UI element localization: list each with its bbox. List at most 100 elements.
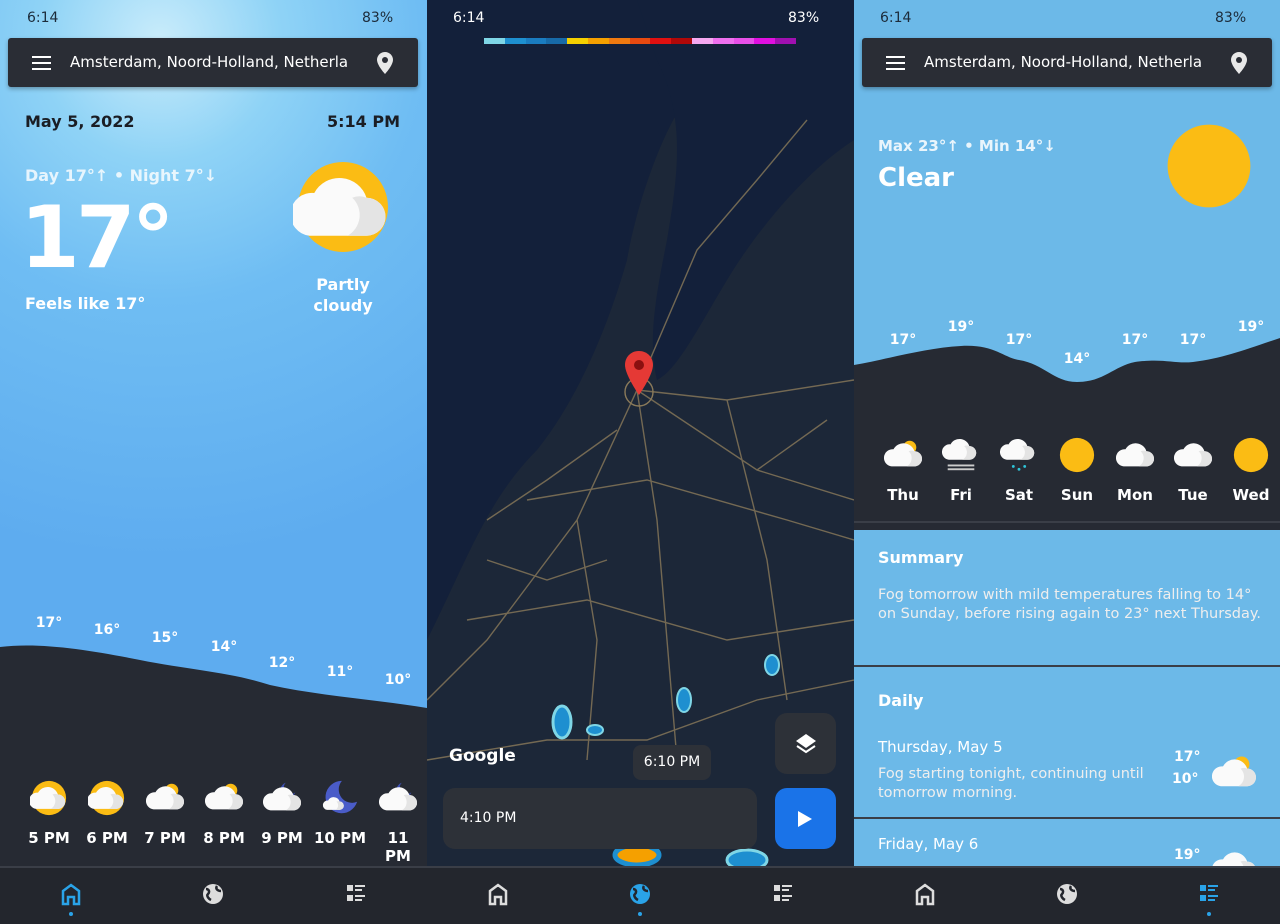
bottom-nav	[0, 866, 427, 924]
cloud-moon-icon	[378, 779, 417, 821]
hourly-time[interactable]: 11 PM	[384, 829, 413, 865]
wave-temp: 19°	[1237, 319, 1265, 335]
nav-forecast[interactable]	[336, 880, 376, 920]
hourly-temp: 12°	[268, 655, 296, 671]
status-battery: 83%	[362, 10, 394, 26]
legend-swatch	[691, 38, 713, 44]
globe-icon	[203, 884, 223, 904]
day-label[interactable]: Fri	[950, 486, 972, 504]
nav-forecast[interactable]	[1189, 880, 1229, 920]
bottom-nav	[427, 866, 854, 924]
menu-icon[interactable]	[886, 56, 905, 70]
location-pin-icon[interactable]	[1231, 52, 1247, 74]
hourly-time[interactable]: 6 PM	[86, 829, 128, 847]
legend-swatch	[775, 38, 796, 44]
location-search-bar[interactable]: Amsterdam, Noord-Holland, Netherla	[862, 38, 1272, 87]
radar-screen: 6:14 83% Google 6:10 PM 4:10 PM	[427, 0, 854, 924]
status-time: 6:14	[453, 10, 485, 26]
day-label[interactable]: Wed	[1233, 486, 1270, 504]
daily-low: 10°	[1172, 771, 1199, 787]
current-date: May 5, 2022	[25, 112, 135, 131]
nav-home[interactable]	[905, 880, 945, 920]
active-indicator	[69, 912, 73, 916]
play-button[interactable]	[775, 788, 836, 849]
home-icon	[488, 883, 508, 906]
legend-swatch	[754, 38, 776, 44]
daily-high: 19°	[1174, 847, 1201, 863]
nav-radar[interactable]	[193, 880, 233, 920]
wave-temp: 17°	[1179, 332, 1207, 348]
layers-button[interactable]	[775, 713, 836, 774]
nav-home[interactable]	[51, 880, 91, 920]
current-temperature: 17°	[20, 188, 175, 288]
frame-time-label: 6:10 PM	[633, 745, 711, 780]
list-icon	[347, 885, 365, 901]
location-text[interactable]: Amsterdam, Noord-Holland, Netherla	[924, 53, 1219, 71]
nav-radar[interactable]	[620, 880, 660, 920]
sun-icon	[1232, 436, 1270, 478]
nav-radar[interactable]	[1047, 880, 1087, 920]
legend-swatch	[712, 38, 734, 44]
condition-line-1: Partly	[316, 275, 370, 294]
legend-swatch	[733, 38, 755, 44]
rain-icon	[999, 436, 1038, 478]
cloud-sun-icon	[883, 436, 922, 478]
location-text[interactable]: Amsterdam, Noord-Holland, Netherla	[70, 53, 365, 71]
layers-icon	[796, 734, 816, 754]
legend-swatch	[504, 38, 526, 44]
globe-icon	[630, 884, 650, 904]
legend-swatch	[650, 38, 672, 44]
list-icon	[774, 885, 792, 901]
location-search-bar[interactable]: Amsterdam, Noord-Holland, Netherla	[8, 38, 418, 87]
nav-forecast[interactable]	[763, 880, 803, 920]
hourly-temp: 14°	[210, 639, 238, 655]
location-marker-icon	[625, 351, 653, 395]
wave-temp: 19°	[947, 319, 975, 335]
hourly-time[interactable]: 7 PM	[144, 829, 186, 847]
day-label[interactable]: Mon	[1117, 486, 1153, 504]
timeline-start-time: 4:10 PM	[460, 810, 517, 826]
hourly-time[interactable]: 8 PM	[203, 829, 245, 847]
hourly-time[interactable]: 9 PM	[261, 829, 303, 847]
hourly-time[interactable]: 5 PM	[28, 829, 70, 847]
summary-text: Fog tomorrow with mild temperatures fall…	[878, 587, 1261, 622]
cloud-sun-icon	[145, 779, 184, 821]
summary-title: Summary	[878, 548, 964, 567]
cloud-moon-icon	[262, 779, 301, 821]
timeline-slider[interactable]: 4:10 PM	[443, 788, 757, 849]
location-pin-icon[interactable]	[377, 52, 393, 74]
current-time: 5:14 PM	[326, 112, 400, 131]
hourly-temp: 16°	[93, 622, 121, 638]
feels-like: Feels like 17°	[25, 294, 146, 313]
day-label[interactable]: Thu	[887, 486, 919, 504]
partly-cloudy-icon	[290, 157, 393, 261]
sun-icon	[1163, 120, 1255, 216]
legend-swatch	[484, 38, 505, 44]
home-screen: 6:14 83% Amsterdam, Noord-Holland, Nethe…	[0, 0, 427, 924]
legend-swatch	[629, 38, 651, 44]
list-icon	[1200, 885, 1218, 901]
daily-description: Fog starting tonight, continuing until t…	[878, 766, 1144, 801]
hourly-temp: 17°	[35, 615, 63, 631]
daily-row[interactable]: Friday, May 6 19°	[854, 820, 1280, 880]
precipitation-legend	[484, 38, 796, 44]
wave-temp: 17°	[1121, 332, 1149, 348]
status-battery: 83%	[788, 10, 820, 26]
day-label[interactable]: Tue	[1178, 486, 1207, 504]
menu-icon[interactable]	[32, 56, 51, 70]
hourly-temp: 11°	[326, 664, 354, 680]
condition-text: Clear	[878, 163, 954, 193]
legend-swatch	[608, 38, 630, 44]
daily-row[interactable]: Thursday, May 5 Fog starting tonight, co…	[854, 730, 1280, 818]
forecast-screen: 6:14 83% Amsterdam, Noord-Holland, Nethe…	[854, 0, 1280, 924]
legend-swatch	[546, 38, 568, 44]
cloud-sun-icon	[1211, 751, 1256, 799]
day-label[interactable]: Sat	[1005, 486, 1033, 504]
nav-home[interactable]	[478, 880, 518, 920]
status-time: 6:14	[880, 10, 912, 26]
hourly-time[interactable]: 10 PM	[314, 829, 366, 847]
wave-temp: 17°	[1005, 332, 1033, 348]
day-label[interactable]: Sun	[1061, 486, 1093, 504]
wave-temp: 17°	[889, 332, 917, 348]
sun-icon	[1058, 436, 1096, 478]
